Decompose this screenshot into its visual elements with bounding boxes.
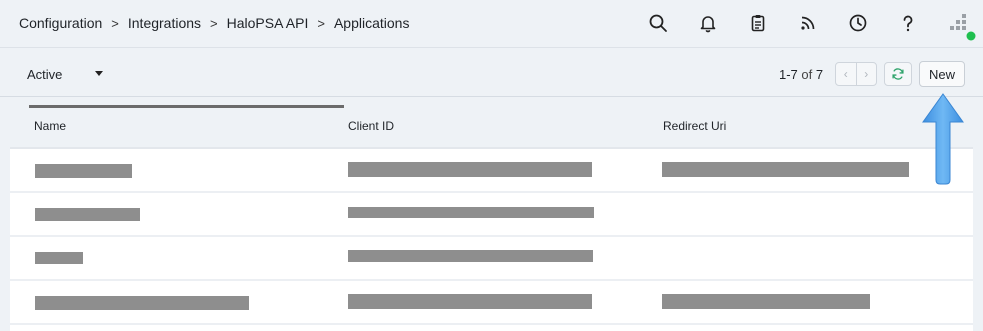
- column-header-redirect-uri[interactable]: Redirect Uri: [663, 119, 726, 133]
- bell-icon[interactable]: [697, 12, 719, 34]
- annotation-arrow-icon: [922, 93, 964, 185]
- breadcrumb: Configuration > Integrations > HaloPSA A…: [19, 15, 409, 31]
- breadcrumb-separator: >: [210, 15, 218, 31]
- list-toolbar: Active 1-7 of 7 ‹ › New: [0, 49, 983, 97]
- table-row[interactable]: [10, 193, 973, 237]
- refresh-button[interactable]: [884, 62, 912, 86]
- breadcrumb-configuration[interactable]: Configuration: [19, 15, 102, 31]
- chevron-down-icon: [95, 71, 103, 76]
- app-logo-icon[interactable]: [945, 10, 977, 42]
- redacted-redirect-uri: [662, 294, 870, 309]
- breadcrumb-applications: Applications: [333, 15, 410, 31]
- table-row[interactable]: [10, 237, 973, 281]
- table-row[interactable]: [10, 281, 973, 325]
- top-header: Configuration > Integrations > HaloPSA A…: [0, 0, 983, 48]
- breadcrumb-halopsa-api[interactable]: HaloPSA API: [227, 15, 309, 31]
- redacted-client-id: [348, 250, 593, 262]
- pagination-of: of: [801, 67, 813, 82]
- redacted-redirect-uri: [662, 162, 909, 177]
- redacted-client-id: [348, 294, 592, 309]
- status-dot: [966, 31, 976, 41]
- breadcrumb-integrations[interactable]: Integrations: [128, 15, 201, 31]
- rss-icon[interactable]: [797, 12, 819, 34]
- pagination-buttons: ‹ ›: [835, 62, 877, 86]
- active-tab-indicator: [29, 105, 344, 108]
- redacted-name: [35, 164, 132, 178]
- table-header: Name Client ID Redirect Uri: [10, 104, 973, 149]
- redacted-name: [35, 208, 140, 221]
- status-filter-dropdown[interactable]: Active: [27, 67, 103, 82]
- applications-table: Name Client ID Redirect Uri: [10, 104, 973, 331]
- prev-page-button[interactable]: ‹: [836, 63, 856, 85]
- breadcrumb-separator: >: [111, 15, 119, 31]
- clipboard-icon[interactable]: [747, 12, 769, 34]
- chevron-left-icon: ‹: [843, 67, 848, 81]
- pagination-summary: 1-7 of 7: [779, 67, 823, 82]
- pagination-total: 7: [815, 67, 824, 82]
- redacted-name: [35, 252, 83, 264]
- pagination-range: 1-7: [779, 67, 798, 82]
- redacted-client-id: [348, 162, 592, 177]
- search-icon[interactable]: [647, 12, 669, 34]
- column-header-name[interactable]: Name: [34, 119, 66, 133]
- table-row[interactable]: [10, 149, 973, 193]
- refresh-icon: [892, 68, 904, 80]
- help-icon[interactable]: [897, 12, 919, 34]
- column-header-client-id[interactable]: Client ID: [348, 119, 394, 133]
- redacted-name: [35, 296, 249, 310]
- clock-icon[interactable]: [847, 12, 869, 34]
- chevron-right-icon: ›: [864, 67, 869, 81]
- new-button[interactable]: New: [919, 61, 965, 87]
- breadcrumb-separator: >: [317, 15, 325, 31]
- status-filter-value: Active: [27, 67, 63, 82]
- next-page-button[interactable]: ›: [855, 63, 877, 85]
- redacted-client-id: [348, 207, 594, 218]
